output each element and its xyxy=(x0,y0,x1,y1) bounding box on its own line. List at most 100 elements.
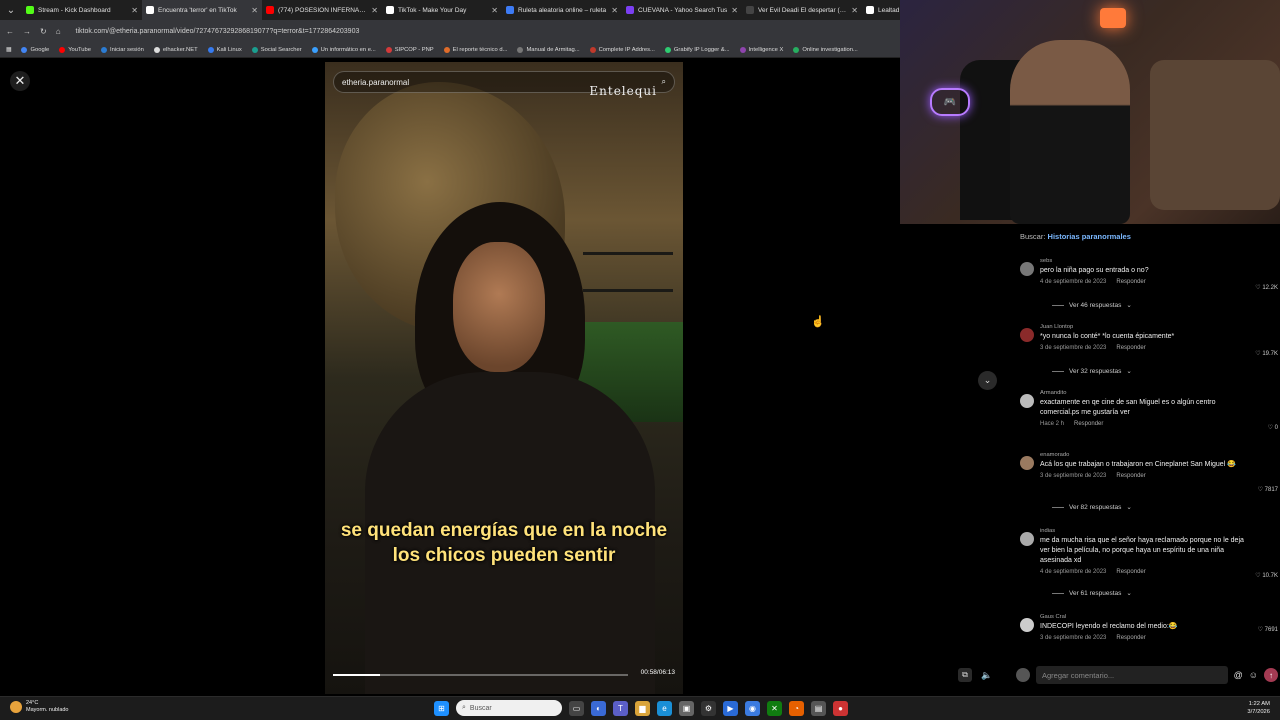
reply-button[interactable]: Responder xyxy=(1116,473,1145,479)
avatar[interactable] xyxy=(1020,532,1034,546)
comment-input[interactable] xyxy=(1036,666,1228,684)
navigation-bar: ← → ↻ ⌂ tiktok.com/@etheria.paranormal/v… xyxy=(0,20,900,42)
comment-username[interactable]: indias xyxy=(1040,528,1250,534)
recorder-icon[interactable]: ● xyxy=(833,700,848,716)
bookmark-item[interactable]: Kali Linux xyxy=(207,46,242,53)
video-progress-bar[interactable] xyxy=(333,674,628,676)
replies-divider xyxy=(1052,592,1064,594)
system-tray-clock[interactable]: 1:22 AM 3/7/2026 xyxy=(1247,700,1270,716)
teams-icon[interactable]: T xyxy=(613,700,628,716)
comment-username[interactable]: Armandito xyxy=(1040,390,1250,396)
bookmark-favicon-icon xyxy=(21,46,28,53)
view-replies-button[interactable]: Ver 82 respuestas ⌄ xyxy=(1052,503,1132,511)
view-replies-button[interactable]: Ver 61 respuestas ⌄ xyxy=(1052,589,1132,597)
reply-button[interactable]: Responder xyxy=(1116,345,1145,351)
browser-tab[interactable]: Encuentra 'terror' en TikTok ✕ xyxy=(142,0,262,20)
avatar[interactable] xyxy=(1020,262,1034,276)
bookmark-item[interactable]: elhacker.NET xyxy=(153,46,198,53)
reload-icon[interactable]: ↻ xyxy=(40,27,47,36)
bookmark-item[interactable]: Social Searcher xyxy=(251,46,302,53)
forward-icon[interactable]: → xyxy=(23,27,31,36)
miniplayer-button[interactable]: ⧉ xyxy=(958,668,972,682)
file-explorer-icon[interactable]: ▆ xyxy=(635,700,650,716)
close-button[interactable]: ✕ xyxy=(10,71,30,91)
related-search-link[interactable]: Historias paranormales xyxy=(1048,232,1131,241)
bookmark-item[interactable]: Google xyxy=(21,46,49,53)
store-icon[interactable]: ▣ xyxy=(679,700,694,716)
reply-button[interactable]: Responder xyxy=(1116,569,1145,575)
tab-close-icon[interactable]: ✕ xyxy=(371,6,378,15)
tab-close-icon[interactable]: ✕ xyxy=(491,6,498,15)
vscode-icon[interactable]: ▶ xyxy=(723,700,738,716)
comment-like-button[interactable]: ♡ 12.2K xyxy=(1255,284,1278,291)
home-icon[interactable]: ⌂ xyxy=(56,27,61,36)
bookmark-item[interactable]: SIPCOP - PNP xyxy=(385,46,434,53)
task-view-icon[interactable]: ▭ xyxy=(569,700,584,716)
comment-like-button[interactable]: ♡ 10.7K xyxy=(1255,572,1278,579)
browser-tab[interactable]: Stream - Kick Dashboard ✕ xyxy=(22,0,142,20)
avatar[interactable] xyxy=(1020,618,1034,632)
next-video-button[interactable]: ⌄ xyxy=(978,371,997,390)
emoji-icon[interactable]: ☺ xyxy=(1249,670,1258,680)
bookmark-item[interactable]: Intelligence X xyxy=(739,46,783,53)
browser-tab[interactable]: Ruleta aleatoria online – ruleta ✕ xyxy=(502,0,622,20)
apps-icon[interactable]: ▦ xyxy=(6,47,11,53)
reply-button[interactable]: Responder xyxy=(1074,421,1103,427)
comment-like-button[interactable]: ♡ 19.7K xyxy=(1255,350,1278,357)
avatar[interactable] xyxy=(1020,394,1034,408)
browser-tab[interactable]: Ver Evil Deadi El despertar (202 ✕ xyxy=(742,0,862,20)
comment-body: Armandito exactamente en qe cine de san M… xyxy=(1040,390,1250,427)
mention-icon[interactable]: @ xyxy=(1234,670,1243,680)
bookmark-item[interactable]: Un informático en e... xyxy=(311,46,376,53)
firefox-icon[interactable]: ◔ xyxy=(789,700,804,716)
comment-username[interactable]: enamorado xyxy=(1040,452,1250,458)
edge-icon[interactable]: e xyxy=(657,700,672,716)
comment-like-button[interactable]: ♡ 7817 xyxy=(1258,486,1278,493)
bookmark-item[interactable]: El reporte técnico d... xyxy=(443,46,507,53)
reply-button[interactable]: Responder xyxy=(1116,279,1145,285)
bookmark-item[interactable]: Iniciar sesión xyxy=(100,46,144,53)
chrome-icon[interactable]: ◉ xyxy=(745,700,760,716)
browser-tab[interactable]: CUEVANA - Yahoo Search Tus ✕ xyxy=(622,0,742,20)
post-comment-button[interactable]: ↑ xyxy=(1264,668,1278,682)
tab-close-icon[interactable]: ✕ xyxy=(251,6,258,15)
settings-icon[interactable]: ⚙ xyxy=(701,700,716,716)
tab-search-icon[interactable]: ⌄ xyxy=(0,0,22,20)
comment-body: sebs pero la niña pago su entrada o no? 4 … xyxy=(1040,258,1250,285)
address-bar[interactable]: tiktok.com/@etheria.paranormal/video/727… xyxy=(76,28,360,35)
bookmark-item[interactable]: YouTube xyxy=(59,46,91,53)
bookmark-item[interactable]: Complete IP Addres... xyxy=(589,46,655,53)
back-icon[interactable]: ← xyxy=(6,27,14,36)
browser-tab[interactable]: (774) POSESION INFERNAL: EV ✕ xyxy=(262,0,382,20)
comment-like-button[interactable]: ♡ 0 xyxy=(1268,424,1278,431)
windows-start-icon[interactable]: ⊞ xyxy=(434,700,449,716)
volume-button[interactable]: 🔈 xyxy=(980,668,994,682)
comment-username[interactable]: Juan Llontop xyxy=(1040,324,1250,330)
avatar[interactable] xyxy=(1020,456,1034,470)
reply-button[interactable]: Responder xyxy=(1116,635,1145,641)
view-replies-button[interactable]: Ver 46 respuestas ⌄ xyxy=(1052,301,1132,309)
view-replies-button[interactable]: Ver 32 respuestas ⌄ xyxy=(1052,367,1132,375)
copilot-icon[interactable]: ◐ xyxy=(591,700,606,716)
search-icon[interactable]: ⌕ xyxy=(662,77,666,87)
tab-close-icon[interactable]: ✕ xyxy=(611,6,618,15)
weather-widget[interactable]: 24°C Mayorm. nublado xyxy=(10,700,69,714)
bookmark-item[interactable]: Online investigation... xyxy=(793,46,858,53)
avatar[interactable] xyxy=(1020,328,1034,342)
browser-tab[interactable]: TikTok - Make Your Day ✕ xyxy=(382,0,502,20)
tab-close-icon[interactable]: ✕ xyxy=(731,6,738,15)
xbox-icon[interactable]: ✕ xyxy=(767,700,782,716)
video-watermark: Entelequi xyxy=(589,84,657,98)
bookmark-item[interactable]: Manual de Armitag... xyxy=(517,46,580,53)
miniplayer-icon: ⧉ xyxy=(962,670,968,679)
tab-close-icon[interactable]: ✕ xyxy=(131,6,138,15)
taskbar-search[interactable]: ⌕ Buscar xyxy=(456,700,562,716)
comment-username[interactable]: Gaus Cral xyxy=(1040,614,1250,620)
tab-close-icon[interactable]: ✕ xyxy=(851,6,858,15)
bookmark-item[interactable]: Grabify IP Logger &... xyxy=(664,46,730,53)
clock-time: 1:22 AM xyxy=(1248,701,1270,707)
capture-icon[interactable]: ▤ xyxy=(811,700,826,716)
comment-username[interactable]: sebs xyxy=(1040,258,1250,264)
video-player[interactable]: etheria.paranormal ⌕ Entelequi se quedan… xyxy=(325,62,683,694)
comment-like-button[interactable]: ♡ 7691 xyxy=(1258,626,1278,633)
